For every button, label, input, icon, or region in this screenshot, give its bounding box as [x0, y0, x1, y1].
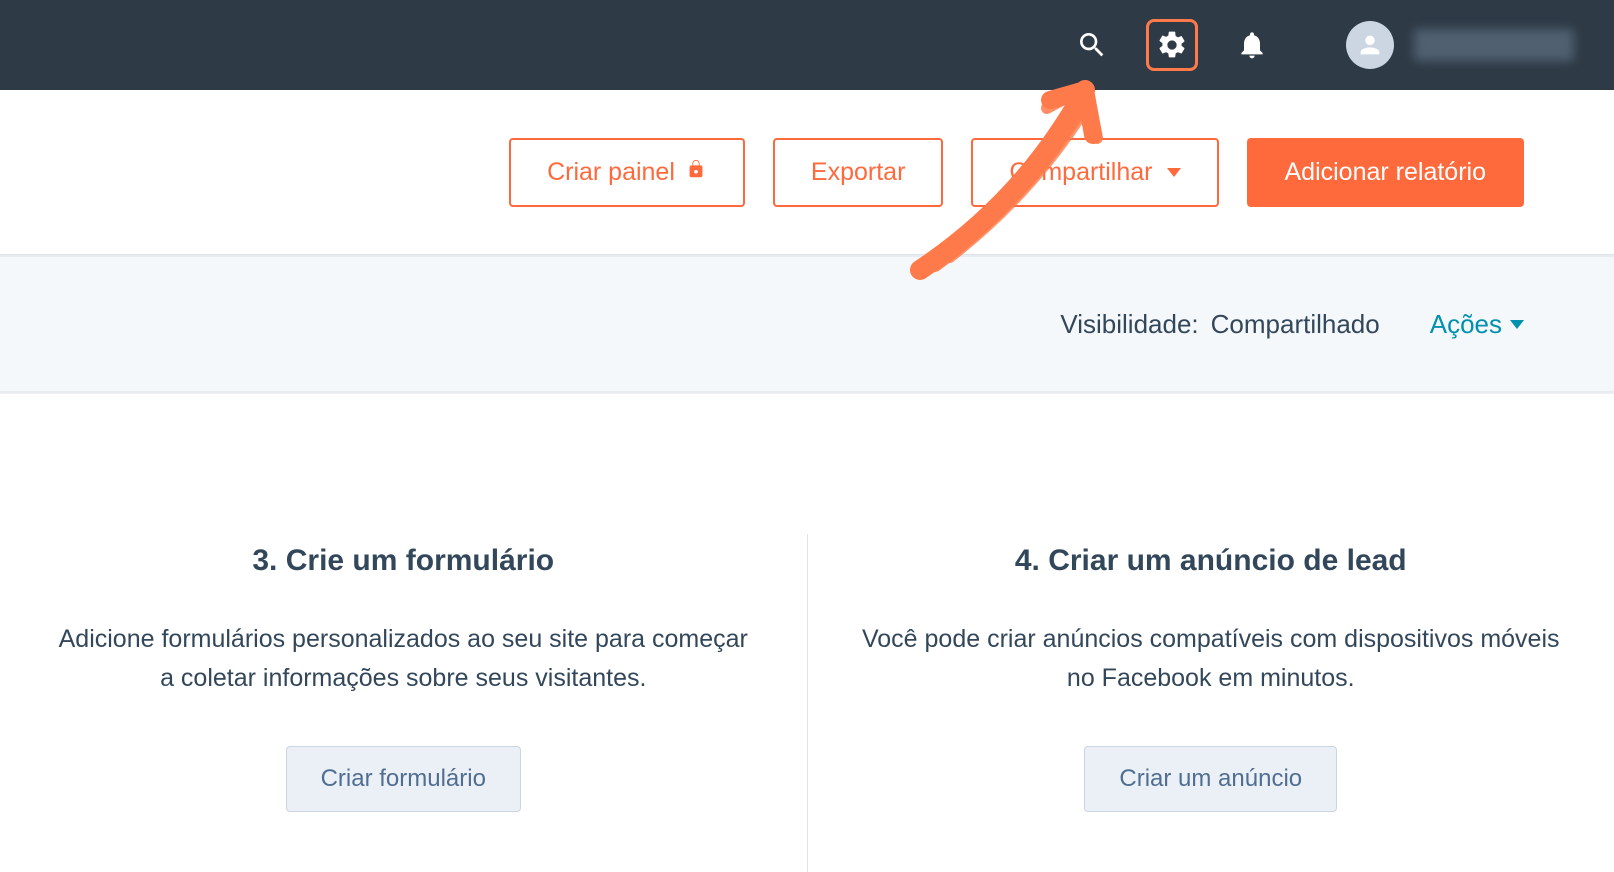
dashboard-toolbar: Criar painel Exportar Compartilhar Adici… — [0, 90, 1614, 255]
actions-label: Ações — [1430, 309, 1502, 340]
share-button[interactable]: Compartilhar — [971, 138, 1218, 207]
visibility-bar: Visibilidade: Compartilhado Ações — [0, 255, 1614, 393]
chevron-down-icon — [1167, 168, 1181, 177]
add-report-button[interactable]: Adicionar relatório — [1247, 138, 1525, 207]
actions-dropdown[interactable]: Ações — [1430, 309, 1524, 340]
chevron-down-icon — [1510, 320, 1524, 329]
export-label: Exportar — [811, 158, 905, 187]
create-form-button[interactable]: Criar formulário — [286, 746, 521, 812]
card-description: Você pode criar anúncios compatíveis com… — [861, 620, 1561, 698]
add-report-label: Adicionar relatório — [1285, 158, 1487, 187]
share-label: Compartilhar — [1009, 158, 1152, 187]
account-name — [1414, 29, 1574, 61]
notifications-icon[interactable] — [1226, 19, 1278, 71]
account-menu[interactable] — [1346, 21, 1574, 69]
card-title: 3. Crie um formulário — [40, 544, 767, 578]
settings-icon[interactable] — [1146, 19, 1198, 71]
card-create-form: 3. Crie um formulário Adicione formulári… — [0, 394, 807, 872]
create-form-label: Criar formulário — [321, 765, 486, 792]
create-panel-label: Criar painel — [547, 158, 675, 187]
onboarding-cards: 3. Crie um formulário Adicione formulári… — [0, 393, 1614, 872]
create-ad-label: Criar um anúncio — [1119, 765, 1302, 792]
lock-icon — [685, 158, 707, 187]
card-title: 4. Criar um anúncio de lead — [848, 544, 1575, 578]
create-panel-button[interactable]: Criar painel — [509, 138, 745, 207]
card-create-lead-ad: 4. Criar um anúncio de lead Você pode cr… — [808, 394, 1614, 872]
export-button[interactable]: Exportar — [773, 138, 943, 207]
card-description: Adicione formulários personalizados ao s… — [53, 620, 753, 698]
avatar[interactable] — [1346, 21, 1394, 69]
search-icon[interactable] — [1066, 19, 1118, 71]
create-ad-button[interactable]: Criar um anúncio — [1084, 746, 1337, 812]
visibility-label: Visibilidade: — [1060, 309, 1198, 340]
visibility-value: Compartilhado — [1211, 309, 1380, 340]
top-navbar — [0, 0, 1614, 90]
